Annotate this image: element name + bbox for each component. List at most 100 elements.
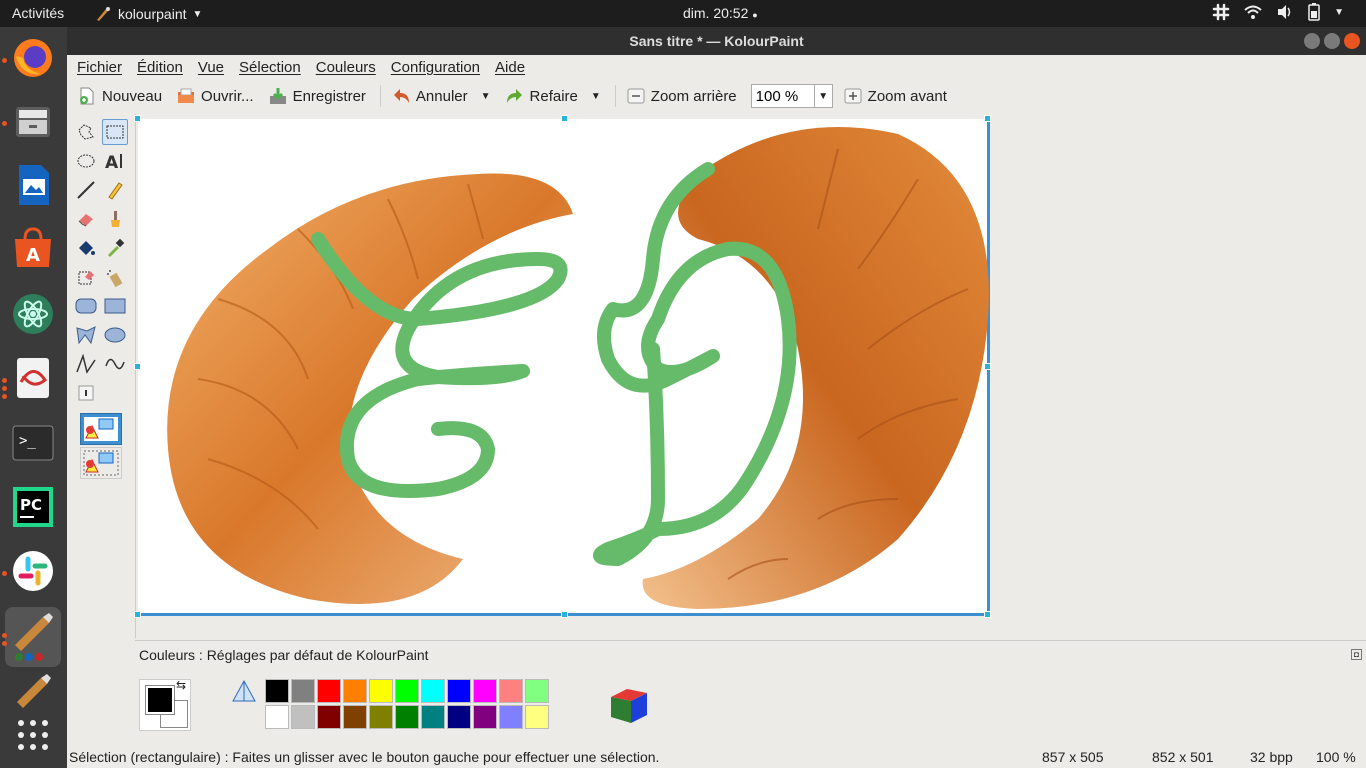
palette-color-swatch[interactable] [317, 705, 341, 729]
dock-item-software[interactable]: A [8, 224, 58, 274]
undo-button[interactable]: Annuler ▼ [391, 86, 491, 106]
dock-item-firefox[interactable] [8, 33, 58, 83]
palette-color-swatch[interactable] [421, 679, 445, 703]
palette-color-swatch[interactable] [265, 705, 289, 729]
palette-color-swatch[interactable] [447, 705, 471, 729]
palette-color-swatch[interactable] [499, 679, 523, 703]
palette-color-swatch[interactable] [395, 679, 419, 703]
text-tool[interactable]: A [102, 148, 128, 174]
dock-item-terminal[interactable]: >_ [8, 418, 58, 468]
zoom-select[interactable]: ▼ [750, 84, 833, 108]
palette-color-swatch[interactable] [317, 679, 341, 703]
menu-configuration[interactable]: Configuration [391, 59, 480, 76]
brush-size-option[interactable] [73, 380, 99, 406]
float-panel-icon[interactable]: ◘ [1351, 649, 1362, 660]
activities-button[interactable]: Activités [12, 5, 64, 21]
save-button[interactable]: Enregistrer [268, 86, 366, 106]
transparent-color-button[interactable] [231, 679, 257, 705]
dock-item-apps-grid[interactable] [8, 710, 58, 760]
elliptical-selection-tool[interactable] [73, 148, 99, 174]
polygon-tool[interactable] [73, 322, 99, 348]
color-cube-button[interactable] [609, 685, 651, 725]
canvas-scroll-area[interactable] [134, 114, 1366, 638]
rectangle-tool[interactable] [102, 293, 128, 319]
menu-couleurs[interactable]: Couleurs [316, 59, 376, 76]
menu-aide[interactable]: Aide [495, 59, 525, 76]
canvas-image[interactable] [138, 119, 990, 616]
cursor-position: 857 x 505 [1042, 749, 1104, 765]
eraser-tool[interactable] [73, 206, 99, 232]
atom-icon [13, 294, 53, 334]
resize-handle[interactable] [984, 115, 991, 122]
resize-handle[interactable] [561, 611, 568, 618]
palette-color-swatch[interactable] [447, 679, 471, 703]
selection-transparent-option[interactable] [80, 447, 122, 479]
palette-color-swatch[interactable] [473, 705, 497, 729]
foreground-color-swatch[interactable] [145, 685, 175, 715]
palette-color-swatch[interactable] [291, 705, 315, 729]
line-tool[interactable] [73, 177, 99, 203]
save-icon [269, 88, 286, 104]
menu-fichier[interactable]: Fichier [77, 59, 122, 76]
open-button[interactable]: Ouvrir... [176, 86, 254, 106]
new-button[interactable]: Nouveau [77, 86, 162, 106]
palette-color-swatch[interactable] [291, 679, 315, 703]
flood-fill-tool[interactable] [73, 235, 99, 261]
palette-color-swatch[interactable] [421, 705, 445, 729]
zoom-out-button[interactable]: Zoom arrière [626, 86, 737, 106]
current-colors[interactable]: ⇆ [139, 678, 191, 731]
resize-handle[interactable] [984, 611, 991, 618]
palette-color-swatch[interactable] [525, 679, 549, 703]
swap-colors-icon[interactable]: ⇆ [176, 678, 186, 692]
color-eraser-tool[interactable] [73, 264, 99, 290]
palette-color-swatch[interactable] [525, 705, 549, 729]
dock-item-slack[interactable] [8, 546, 58, 596]
dock-item-writer[interactable] [8, 160, 58, 210]
minimize-button[interactable] [1304, 33, 1320, 49]
connected-lines-tool[interactable] [73, 351, 99, 377]
undo-dropdown-icon[interactable]: ▼ [481, 91, 491, 102]
resize-handle[interactable] [984, 363, 991, 370]
close-button[interactable] [1344, 33, 1360, 49]
palette-color-swatch[interactable] [343, 705, 367, 729]
rounded-rectangle-tool[interactable] [73, 293, 99, 319]
resize-handle[interactable] [134, 363, 141, 370]
menu-vue[interactable]: Vue [198, 59, 224, 76]
redo-button[interactable]: Refaire ▼ [505, 86, 601, 106]
system-tray[interactable]: ▼ [1212, 3, 1344, 21]
zoom-input[interactable] [751, 87, 814, 105]
palette-color-swatch[interactable] [473, 679, 497, 703]
clock[interactable]: dim. 20:52 ● [683, 5, 758, 21]
curve-tool[interactable] [102, 351, 128, 377]
palette-color-swatch[interactable] [369, 705, 393, 729]
redo-dropdown-icon[interactable]: ▼ [591, 91, 601, 102]
palette-color-swatch[interactable] [369, 679, 393, 703]
color-picker-tool[interactable] [102, 235, 128, 261]
app-menu[interactable]: kolourpaint ▼ [94, 5, 202, 23]
maximize-button[interactable] [1324, 33, 1340, 49]
dock-item-atom[interactable] [8, 289, 58, 339]
palette-color-swatch[interactable] [343, 679, 367, 703]
dock-item-pdf[interactable] [8, 353, 58, 403]
resize-handle[interactable] [134, 115, 141, 122]
resize-handle[interactable] [561, 115, 568, 122]
selection-opaque-option[interactable] [80, 413, 122, 445]
dock-item-kolourpaint[interactable] [5, 607, 61, 667]
palette-color-swatch[interactable] [499, 705, 523, 729]
resize-handle[interactable] [134, 611, 141, 618]
rectangular-selection-tool[interactable] [102, 119, 128, 145]
ellipse-tool[interactable] [102, 322, 128, 348]
drawing-canvas[interactable] [134, 115, 991, 618]
palette-color-swatch[interactable] [265, 679, 289, 703]
menu-edition[interactable]: Édition [137, 59, 183, 76]
zoom-in-button[interactable]: Zoom avant [843, 86, 947, 106]
spraycan-tool[interactable] [102, 264, 128, 290]
pen-tool[interactable] [102, 177, 128, 203]
menu-selection[interactable]: Sélection [239, 59, 301, 76]
chevron-down-icon[interactable]: ▼ [813, 85, 832, 107]
dock-item-files[interactable] [8, 96, 58, 146]
brush-tool[interactable] [102, 206, 128, 232]
free-form-selection-tool[interactable] [73, 119, 99, 145]
palette-color-swatch[interactable] [395, 705, 419, 729]
dock-item-pycharm[interactable]: PC [8, 482, 58, 532]
